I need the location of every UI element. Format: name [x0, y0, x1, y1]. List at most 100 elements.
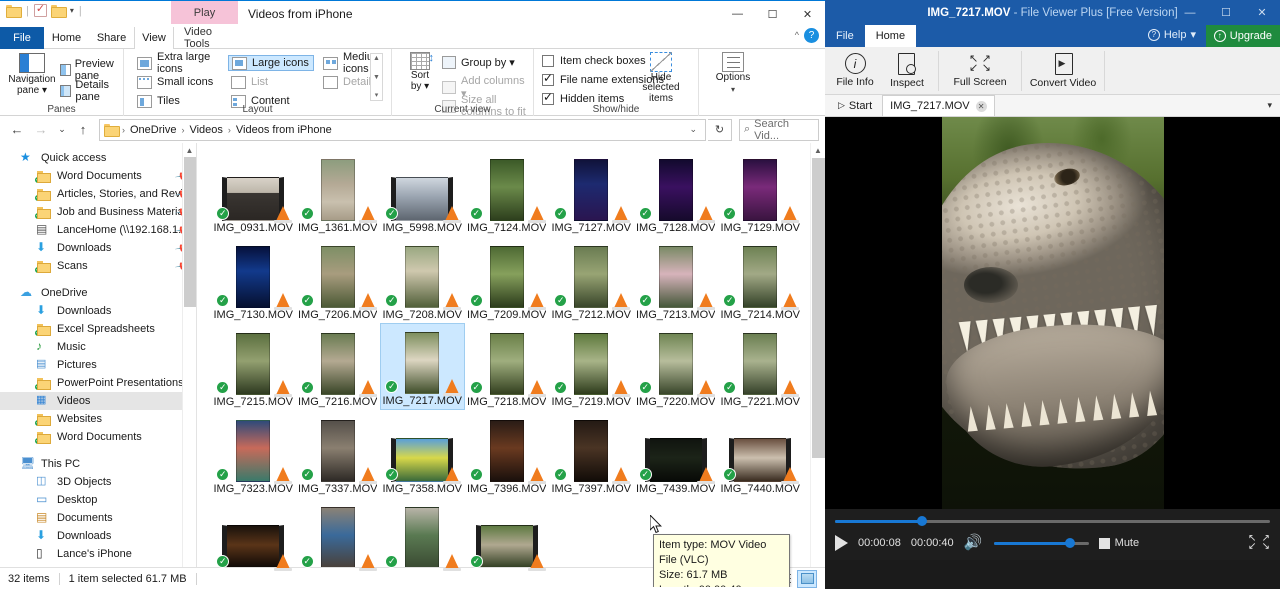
seek-slider[interactable]: [835, 520, 1270, 523]
open-file-tab[interactable]: IMG_7217.MOV ✕: [882, 95, 994, 116]
file-tile[interactable]: ✓IMG_7130.MOV: [211, 236, 296, 323]
navigation-pane-button[interactable]: Navigation pane ▾: [6, 53, 58, 101]
refresh-button[interactable]: ↻: [708, 119, 732, 141]
breadcrumb-separator-2[interactable]: ›: [228, 125, 231, 135]
close-button[interactable]: ✕: [790, 1, 825, 27]
contextual-tab-play[interactable]: Play: [171, 1, 238, 24]
sidebar-item-lances-iphone[interactable]: ▯ Lance's iPhone: [0, 545, 196, 563]
inspect-button[interactable]: Inspect: [881, 48, 933, 94]
ribbon-collapse-icon[interactable]: ^: [795, 30, 799, 40]
file-tile[interactable]: ✓IMG_7124.MOV: [465, 149, 550, 236]
tab-share[interactable]: Share: [89, 27, 134, 49]
file-list-scroll-thumb[interactable]: [812, 158, 825, 458]
breadcrumb-item-videos[interactable]: Videos: [187, 124, 224, 136]
breadcrumb[interactable]: › OneDrive › Videos › Videos from iPhone…: [99, 119, 706, 141]
layout-gallery-scrollbar[interactable]: ▲ ▼ ▾: [370, 53, 383, 101]
new-folder-icon[interactable]: [51, 4, 66, 17]
breadcrumb-separator-1[interactable]: ›: [181, 125, 184, 135]
file-tile[interactable]: ✓IMG_7206.MOV: [296, 236, 381, 323]
sidebar-item-quick-access[interactable]: ★ Quick access: [0, 149, 196, 167]
file-tile[interactable]: ✓IMG_7214.MOV: [718, 236, 803, 323]
sidebar-item-videos[interactable]: ▦ Videos: [0, 392, 196, 410]
file-tile[interactable]: ✓IMG_7221.MOV: [718, 323, 803, 410]
file-tile[interactable]: ✓IMG_7212.MOV: [549, 236, 634, 323]
sidebar-item-job-business-material[interactable]: ✓ Job and Business Material 📌: [0, 203, 196, 221]
seek-handle[interactable]: [917, 516, 927, 526]
tab-view[interactable]: View: [134, 27, 174, 50]
sidebar-scroll-thumb[interactable]: [184, 157, 196, 307]
tab-video-tools[interactable]: Video Tools: [174, 27, 236, 49]
file-list-scrollbar[interactable]: ▲ ▼: [810, 143, 825, 587]
sidebar-item-downloads-qa[interactable]: ⬇ Downloads 📌: [0, 239, 196, 257]
file-tile[interactable]: ✓IMG_1361.MOV: [296, 149, 381, 236]
maximize-button[interactable]: ☐: [1208, 0, 1244, 25]
scroll-up-icon[interactable]: ▲: [183, 143, 196, 157]
file-tile[interactable]: ✓IMG_7215.MOV: [211, 323, 296, 410]
file-tile[interactable]: ✓IMG_7216.MOV: [296, 323, 381, 410]
player-tab-home[interactable]: Home: [865, 25, 916, 47]
file-tile[interactable]: ✓IMG_7323.MOV: [211, 410, 296, 497]
layout-extra-large-icons[interactable]: Extra large icons: [134, 55, 224, 71]
item-check-boxes-option[interactable]: Item check boxes: [542, 55, 646, 67]
sidebar-item-3d-objects[interactable]: ◫ 3D Objects: [0, 473, 196, 491]
file-info-button[interactable]: i File Info: [829, 48, 881, 94]
help-icon[interactable]: ?: [804, 28, 819, 43]
play-icon[interactable]: [835, 535, 848, 551]
properties-checkbox-icon[interactable]: [34, 4, 47, 17]
item-check-boxes-checkbox[interactable]: [542, 55, 554, 67]
file-tile[interactable]: ✓IMG_7213.MOV: [634, 236, 719, 323]
tab-home[interactable]: Home: [44, 27, 89, 49]
tab-file[interactable]: File: [0, 27, 44, 49]
folder-icon[interactable]: [6, 4, 21, 17]
layout-scroll-down-icon[interactable]: ▼: [373, 73, 380, 82]
file-tile[interactable]: ✓IMG_7128.MOV: [634, 149, 719, 236]
file-tile[interactable]: ✓IMG_7127.MOV: [549, 149, 634, 236]
mute-checkbox[interactable]: [1099, 538, 1110, 549]
mute-toggle[interactable]: Mute: [1099, 537, 1139, 549]
file-tile[interactable]: ✓IMG_7209.MOV: [465, 236, 550, 323]
options-caret-icon[interactable]: ▾: [731, 85, 735, 94]
sidebar-item-scans[interactable]: ✓ Scans 📌: [0, 257, 196, 275]
address-dropdown-icon[interactable]: ⌄: [689, 124, 701, 135]
file-tile[interactable]: ✓IMG_0931.MOV: [211, 149, 296, 236]
upgrade-button[interactable]: ↑ Upgrade: [1206, 25, 1280, 47]
sidebar-scrollbar[interactable]: ▲ ▼: [182, 143, 196, 587]
layout-small-icons[interactable]: Small icons: [134, 74, 224, 90]
minimize-button[interactable]: —: [1172, 0, 1208, 25]
sidebar-item-pictures[interactable]: ▤ Pictures: [0, 356, 196, 374]
group-by-button[interactable]: Group by ▾: [442, 56, 515, 69]
help-button[interactable]: ? Help ▾: [1148, 28, 1196, 41]
up-button[interactable]: ↑: [72, 119, 94, 141]
large-icons-view-icon[interactable]: [797, 570, 817, 588]
maximize-button[interactable]: ☐: [755, 1, 790, 27]
sidebar-item-powerpoint-presentations[interactable]: ✓ PowerPoint Presentations: [0, 374, 196, 392]
layout-list[interactable]: List: [228, 74, 314, 90]
file-tile[interactable]: ✓IMG_7337.MOV: [296, 410, 381, 497]
sidebar-item-music-onedrive[interactable]: ♪ Music: [0, 338, 196, 356]
file-tile[interactable]: ✓IMG_7440.MOV: [718, 410, 803, 497]
breadcrumb-item-onedrive[interactable]: OneDrive: [128, 124, 178, 136]
speaker-icon[interactable]: 🔊: [964, 535, 984, 551]
file-tile[interactable]: ✓IMG_5998.MOV: [380, 149, 465, 236]
forward-button[interactable]: →: [30, 119, 52, 141]
sidebar-item-articles-stories-reviews[interactable]: ✓ Articles, Stories, and Reviews 📌: [0, 185, 196, 203]
sidebar-item-downloads-pc[interactable]: ⬇ Downloads: [0, 527, 196, 545]
sidebar-item-websites[interactable]: ✓ Websites: [0, 410, 196, 428]
breadcrumb-item-videos-from-iphone[interactable]: Videos from iPhone: [234, 124, 334, 136]
scroll-up-icon[interactable]: ▲: [811, 143, 825, 158]
volume-slider[interactable]: [994, 542, 1089, 545]
sidebar-item-lancehome-drive[interactable]: ▤ LanceHome (\\192.168.1.31) (L:) 📌: [0, 221, 196, 239]
breadcrumb-separator-0[interactable]: ›: [122, 125, 125, 135]
layout-scroll-up-icon[interactable]: ▲: [373, 54, 380, 63]
file-tile[interactable]: ✓IMG_7396.MOV: [465, 410, 550, 497]
file-tile[interactable]: ✓IMG_7218.MOV: [465, 323, 550, 410]
file-tile[interactable]: ✓IMG_7439.MOV: [634, 410, 719, 497]
sidebar-item-word-documents[interactable]: ✓ Word Documents 📌: [0, 167, 196, 185]
options-button[interactable]: Options ▾: [707, 52, 759, 106]
search-input[interactable]: ⌕ Search Vid...: [739, 119, 819, 141]
layout-large-icons[interactable]: Large icons: [228, 55, 314, 71]
sort-by-button[interactable]: ↕ Sort by ▾: [400, 52, 440, 102]
file-list-view[interactable]: ✓IMG_0931.MOV✓IMG_1361.MOV✓IMG_5998.MOV✓…: [196, 143, 825, 587]
volume-handle[interactable]: [1065, 538, 1075, 548]
sidebar-item-desktop[interactable]: ▭ Desktop: [0, 491, 196, 509]
